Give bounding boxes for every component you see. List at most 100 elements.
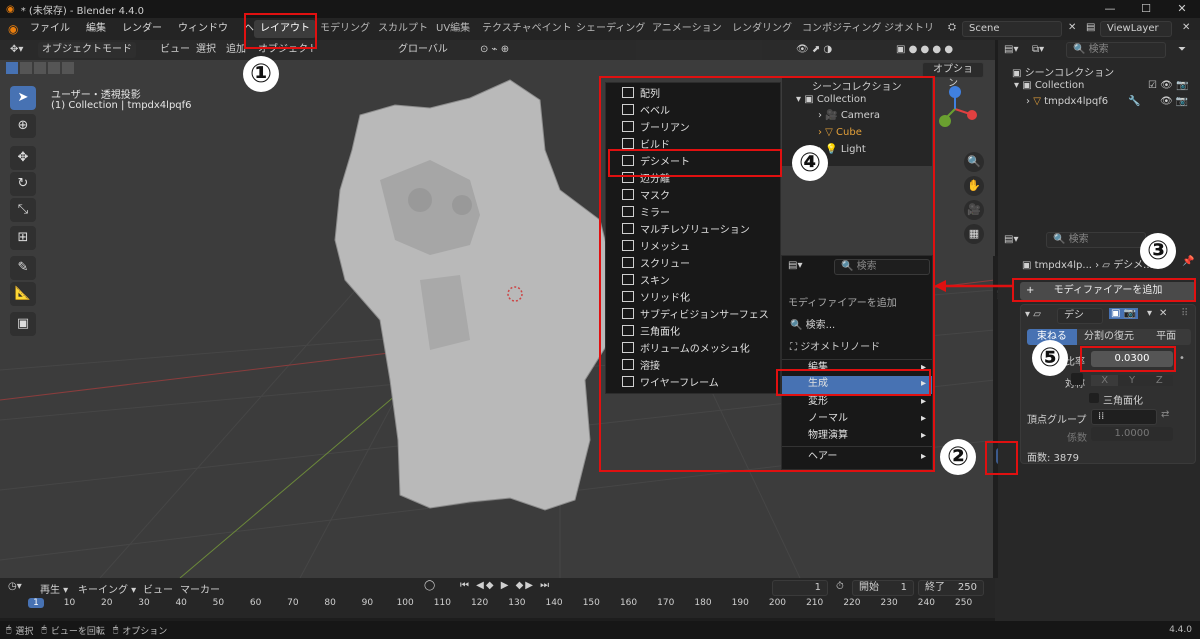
scale-tool-icon[interactable]: ⤡: [10, 198, 36, 222]
close-window-button[interactable]: ✕: [1164, 0, 1200, 18]
editmode-toggle-icon[interactable]: ▣ 📷: [1109, 308, 1139, 319]
triangulate-checkbox[interactable]: [1089, 393, 1099, 403]
record-icon[interactable]: ◯: [424, 580, 435, 591]
mode-unsubdivide-tab[interactable]: 分割の復元: [1076, 329, 1142, 345]
select-tool-icon[interactable]: ➤: [10, 86, 36, 110]
scene-field[interactable]: Scene: [962, 21, 1062, 37]
measure-tool-icon[interactable]: 📐: [10, 282, 36, 306]
props-editor-icon[interactable]: ▤▾: [1004, 234, 1018, 245]
tab-texture-paint[interactable]: テクスチャペイント: [476, 20, 578, 38]
object-label: tmpdx4lpqf6: [1044, 96, 1109, 107]
timeline-editor-icon[interactable]: ◷▾: [8, 581, 22, 592]
move-tool-icon[interactable]: ✥: [10, 146, 36, 170]
frame-tick: 10: [63, 598, 76, 608]
frame-tick: 20: [101, 598, 113, 608]
rotate-tool-icon[interactable]: ↻: [10, 172, 36, 196]
vertex-group-field[interactable]: ⁞⁞: [1091, 409, 1157, 425]
invert-icon[interactable]: ⇄: [1161, 409, 1169, 420]
shading-buttons[interactable]: ▣ ● ● ● ●: [892, 42, 957, 58]
blender-menu-icon[interactable]: ◉: [8, 22, 18, 36]
modifier-name-field[interactable]: デシメ...: [1057, 308, 1103, 324]
collection-visibility-icons[interactable]: ☑ 👁 📷: [1148, 80, 1188, 91]
start-frame-field[interactable]: 開始 1: [852, 580, 914, 596]
select-menu[interactable]: 選択: [192, 42, 220, 58]
minimize-button[interactable]: —: [1092, 0, 1128, 18]
viewlayer-field[interactable]: ViewLayer: [1100, 21, 1172, 37]
tab-compositing[interactable]: コンポジティング: [796, 20, 887, 38]
frame-tick: 230: [880, 598, 898, 608]
cursor-tool-icon[interactable]: ⊕: [10, 114, 36, 138]
pan-hand-icon[interactable]: ✋: [964, 176, 984, 196]
axis-z[interactable]: Z: [1145, 374, 1173, 386]
navigation-gizmo[interactable]: [930, 84, 980, 134]
symmetry-checkbox[interactable]: [1071, 373, 1083, 385]
props-search[interactable]: 🔍 検索: [1046, 232, 1146, 248]
frame-tick: 60: [249, 598, 262, 608]
playback-controls[interactable]: ⏮ ◀◆ ▶ ◆▶ ⏭: [460, 580, 551, 591]
frame-tick: 170: [657, 598, 675, 608]
factor-label: 係数: [1067, 433, 1087, 444]
tab-uv[interactable]: UV編集: [430, 20, 476, 38]
transform-tool-icon[interactable]: ⊞: [10, 226, 36, 250]
visibility-icon[interactable]: 👁 ⬈ ◑: [792, 42, 836, 58]
playback-menu[interactable]: 再生 ▾: [40, 581, 68, 596]
camera-view-icon[interactable]: 🎥: [964, 200, 984, 220]
object-row[interactable]: › ▽ tmpdx4lpqf6: [1026, 96, 1108, 107]
filter-icon[interactable]: ⧉▾: [1032, 44, 1044, 55]
axis-y[interactable]: Y: [1118, 374, 1146, 386]
timeline: ◷▾ 再生 ▾ キーイング ▾ ビュー マーカー ◯ ⏮ ◀◆ ▶ ◆▶ ⏭ 1…: [0, 578, 995, 618]
keying-menu[interactable]: キーイング ▾: [78, 581, 136, 596]
mode-planar-tab[interactable]: 平面: [1141, 329, 1192, 345]
snap-icon[interactable]: ⊙ ⌁ ⊕: [476, 42, 513, 58]
outliner-editor-icon[interactable]: ▤▾: [1004, 44, 1018, 55]
scene-close-icon[interactable]: ✕: [1068, 22, 1076, 33]
maximize-button[interactable]: ☐: [1128, 0, 1164, 18]
highlight-ratio: [1080, 346, 1176, 372]
tab-geometry[interactable]: ジオメトリ: [878, 20, 940, 38]
tab-rendering[interactable]: レンダリング: [726, 20, 798, 38]
annotate-tool-icon[interactable]: ✎: [10, 256, 36, 280]
menu-window[interactable]: ウィンドウ: [170, 18, 236, 40]
frame-ruler[interactable]: 1 10 20 30 40 50 60 70 80 90 100 110 120 130 140 150 160…: [0, 598, 995, 612]
editor-type-icon[interactable]: ✥▾: [6, 42, 27, 58]
tab-animation[interactable]: アニメーション: [646, 20, 728, 38]
view-menu[interactable]: ビュー: [156, 42, 194, 58]
add-cube-tool-icon[interactable]: ▣: [10, 312, 36, 336]
end-frame-field[interactable]: 終了 250: [918, 580, 984, 596]
transform-orientation-select[interactable]: グローバル: [394, 42, 452, 58]
menu-file[interactable]: ファイル: [22, 18, 78, 40]
zoom-icon[interactable]: 🔍: [964, 152, 984, 172]
perspective-grid-icon[interactable]: ▦: [964, 224, 984, 244]
remove-modifier-icon[interactable]: ✕: [1159, 308, 1167, 319]
funnel-icon[interactable]: ⏷: [1178, 44, 1186, 55]
collection-row[interactable]: ▾ ▣ Collection: [1014, 80, 1084, 91]
collection-label: Collection: [1034, 80, 1085, 91]
menu-edit[interactable]: 編集: [78, 18, 114, 40]
frame-tick: 160: [619, 598, 638, 608]
factor-field[interactable]: 1.0000: [1091, 427, 1173, 441]
viewlayer-close-icon[interactable]: ✕: [1182, 22, 1190, 33]
search-icon: 🔍: [1073, 44, 1089, 55]
collapse-icon[interactable]: ▾ ▱: [1025, 309, 1041, 320]
current-frame-field[interactable]: 1: [772, 580, 828, 596]
outliner-search-placeholder: 検索: [1088, 44, 1109, 55]
top-bar: ◉ ファイル 編集 レンダー ウィンドウ ヘルプ レイアウト モデリング スカル…: [0, 18, 1200, 40]
outliner-search[interactable]: 🔍 検索: [1066, 42, 1166, 58]
frame-tick: 180: [694, 598, 712, 608]
object-visibility-icons[interactable]: 👁 📷: [1160, 96, 1188, 107]
timeline-view-menu[interactable]: ビュー: [143, 581, 173, 596]
tab-shading[interactable]: シェーディング: [570, 20, 651, 38]
select-mode-buttons[interactable]: [6, 62, 74, 74]
modifier-dropdown-icon[interactable]: ▾: [1147, 308, 1152, 319]
marker-menu[interactable]: マーカー: [180, 581, 220, 596]
drag-handle-icon[interactable]: ⠿: [1181, 308, 1188, 319]
tab-sculpt[interactable]: スカルプト: [372, 20, 434, 38]
axis-x[interactable]: X: [1091, 374, 1119, 386]
pin-icon[interactable]: 📌: [1182, 256, 1194, 267]
keyframe-dot[interactable]: •: [1179, 353, 1185, 364]
mode-select[interactable]: オブジェクトモード: [38, 42, 136, 58]
tab-modeling[interactable]: モデリング: [314, 20, 376, 38]
scene-collection-row[interactable]: ▣ シーンコレクション: [1012, 64, 1114, 79]
menu-render[interactable]: レンダー: [114, 18, 170, 40]
triangulate-label: 三角面化: [1103, 396, 1143, 407]
